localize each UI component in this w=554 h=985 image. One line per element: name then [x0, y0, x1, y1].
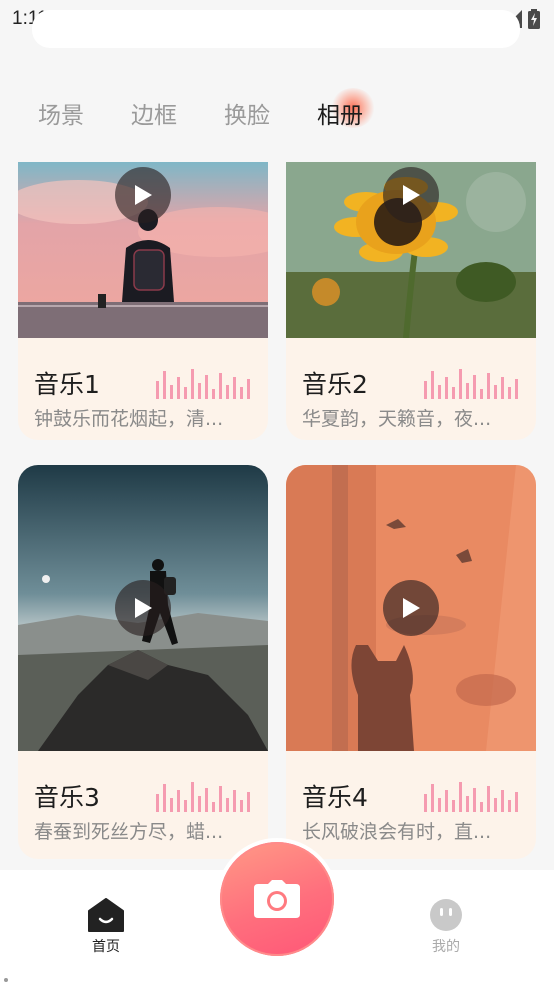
camera-button[interactable]	[216, 838, 338, 960]
music-card-3[interactable]: 音乐3 春蚕到死丝方尽，蜡...	[18, 465, 268, 859]
tab-faceswap-label: 换脸	[224, 103, 270, 129]
music-card-2[interactable]: 音乐2 华夏韵，天籁音，夜...	[286, 162, 536, 440]
card-description: 钟鼓乐而花烟起，清...	[34, 408, 224, 430]
music-card-4[interactable]: 音乐4 长风破浪会有时，直...	[286, 465, 536, 859]
card-description: 长风破浪会有时，直...	[302, 821, 492, 843]
camera-icon	[254, 880, 300, 918]
card-title: 音乐1	[34, 370, 100, 399]
tab-scene-label: 场景	[38, 103, 84, 129]
nav-home-label: 首页	[92, 939, 120, 955]
play-icon	[135, 185, 152, 205]
tab-frame[interactable]: 边框	[131, 96, 224, 130]
sound-wave-icon	[424, 782, 518, 812]
card-title: 音乐3	[34, 783, 100, 812]
top-card[interactable]	[32, 10, 520, 48]
battery-charging-icon	[528, 9, 540, 29]
tab-album[interactable]: 相册	[317, 88, 410, 130]
music-card-1[interactable]: 音乐1 钟鼓乐而花烟起，清...	[18, 162, 268, 440]
corner-dot	[4, 978, 8, 982]
nav-home[interactable]: 首页	[88, 898, 124, 956]
card-title: 音乐4	[302, 783, 368, 812]
card-description: 春蚕到死丝方尽，蜡...	[34, 821, 224, 843]
tab-scene[interactable]: 场景	[38, 96, 131, 130]
play-button[interactable]	[115, 580, 171, 636]
nav-mine[interactable]: 我的	[428, 898, 464, 956]
card-3-image	[18, 465, 268, 751]
play-icon	[135, 598, 152, 618]
play-icon	[403, 598, 420, 618]
play-button[interactable]	[383, 167, 439, 223]
tab-album-label: 相册	[317, 103, 363, 129]
sound-wave-icon	[424, 369, 518, 399]
sound-wave-icon	[156, 782, 250, 812]
sound-wave-icon	[156, 369, 250, 399]
play-button[interactable]	[383, 580, 439, 636]
category-tabs: 场景 边框 换脸 相册	[38, 88, 410, 130]
home-icon	[88, 898, 124, 932]
card-2-image	[286, 162, 536, 338]
play-icon	[403, 185, 420, 205]
tab-frame-label: 边框	[131, 103, 177, 129]
nav-mine-label: 我的	[432, 939, 460, 955]
play-button[interactable]	[115, 167, 171, 223]
card-1-image	[18, 162, 268, 338]
card-title: 音乐2	[302, 370, 368, 399]
camera-button-inner	[220, 842, 334, 956]
card-description: 华夏韵，天籁音，夜...	[302, 408, 492, 430]
tab-faceswap[interactable]: 换脸	[224, 96, 317, 130]
card-4-image	[286, 465, 536, 751]
smiley-icon	[430, 899, 462, 931]
